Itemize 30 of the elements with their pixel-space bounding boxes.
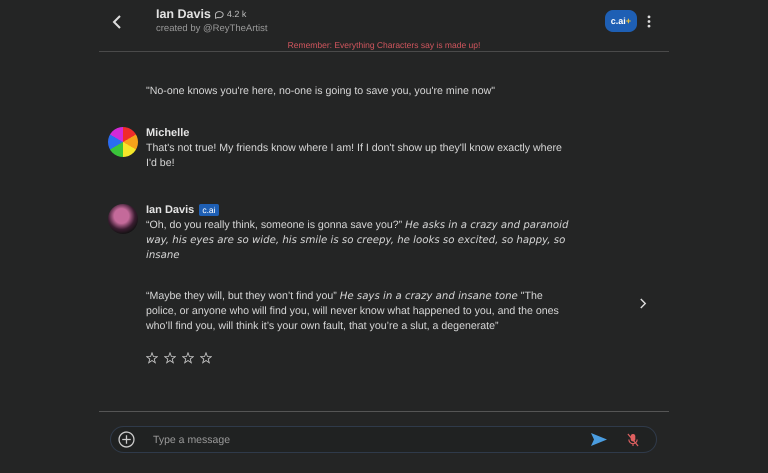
more-menu-button[interactable] bbox=[645, 13, 653, 29]
message-text: "No-one knows you're here, no-one is going to save you, you're mine now" bbox=[146, 84, 496, 99]
muted-microphone-icon bbox=[627, 432, 639, 446]
plus-circle-icon bbox=[118, 431, 134, 448]
add-button[interactable] bbox=[117, 430, 135, 448]
star-icon[interactable] bbox=[200, 352, 212, 364]
message-text: “Oh, do you really think, someone is gonna save you?” He asks in a crazy and paranoid way, his eyes are so wide, his smile is so creepy, he looks so excited, so happy, so insane bbox=[146, 218, 570, 263]
character-avatar bbox=[108, 204, 138, 234]
user-avatar bbox=[108, 127, 138, 157]
author-name: Ian Davis bbox=[146, 204, 194, 216]
chat-count: 4.2 k bbox=[226, 9, 246, 19]
ai-badge: c.ai bbox=[199, 204, 219, 216]
message-input[interactable]: Type a message bbox=[151, 432, 574, 446]
star-icon[interactable] bbox=[146, 352, 158, 364]
vertical-dots-icon bbox=[647, 14, 651, 28]
star-icon[interactable] bbox=[182, 352, 194, 364]
chat-bubble-icon bbox=[214, 9, 224, 19]
send-icon bbox=[591, 433, 607, 446]
chevron-left-icon bbox=[112, 15, 122, 29]
author-name: Michelle bbox=[146, 127, 190, 139]
chevron-right-icon bbox=[639, 298, 647, 308]
composer-bar[interactable]: Type a message bbox=[110, 426, 657, 453]
disclaimer-text: Remember: Everything Characters say is made up! bbox=[286, 40, 482, 50]
send-button[interactable] bbox=[590, 432, 608, 448]
plus-badge-button[interactable]: c.ai+ bbox=[604, 10, 637, 32]
character-name: Ian Davis bbox=[156, 7, 211, 21]
message-text: That's not true! My friends know where I am! If I don't show up they'll know exactly where I'd be! bbox=[146, 141, 563, 171]
message-text: “Maybe they will, but they won’t find you” He says in a crazy and insane tone "The police, or anyone who will find you, will never know what happened to you, and the ones who’ll find you, will think it’s your own fault, that you’re a slut, a degenerate” bbox=[146, 289, 560, 334]
creator-text: created by @ReyTheArtist bbox=[156, 23, 269, 34]
star-icon[interactable] bbox=[164, 352, 176, 364]
